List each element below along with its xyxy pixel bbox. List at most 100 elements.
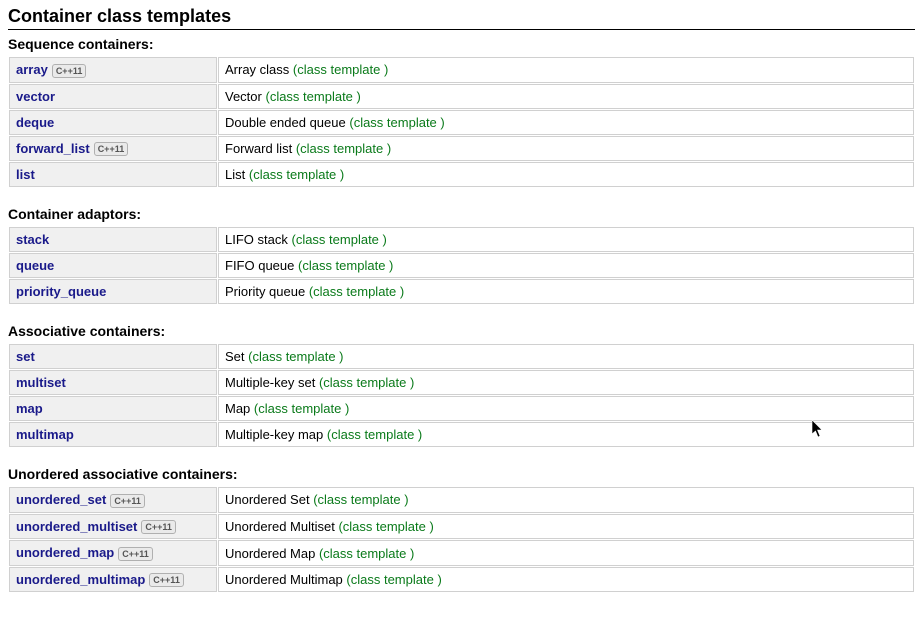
cpp11-badge: C++11 xyxy=(149,573,184,587)
name-cell: deque xyxy=(9,110,217,135)
container-link[interactable]: priority_queue xyxy=(16,284,106,299)
cpp11-badge: C++11 xyxy=(110,494,145,508)
cpp11-badge: C++11 xyxy=(118,547,153,561)
table-row: vector Vector (class template ) xyxy=(9,84,914,109)
type-label: (class template ) xyxy=(319,546,414,561)
container-link[interactable]: unordered_multimap xyxy=(16,572,145,587)
container-table: set Set (class template ) multiset Multiple… xyxy=(8,343,915,448)
name-cell: unordered_map C++11 xyxy=(9,540,217,566)
container-link[interactable]: list xyxy=(16,167,35,182)
description-text: LIFO stack xyxy=(225,232,288,247)
description-cell: Unordered Multiset (class template ) xyxy=(218,514,914,540)
description-cell: Set (class template ) xyxy=(218,344,914,369)
table-row: stack LIFO stack (class template ) xyxy=(9,227,914,252)
table-row: set Set (class template ) xyxy=(9,344,914,369)
type-label: (class template ) xyxy=(291,232,386,247)
type-label: (class template ) xyxy=(327,427,422,442)
section-heading: Associative containers: xyxy=(8,323,915,339)
page-title: Container class templates xyxy=(8,6,915,30)
type-label: (class template ) xyxy=(265,89,360,104)
description-text: List xyxy=(225,167,245,182)
description-text: Multiple-key map xyxy=(225,427,323,442)
description-cell: Unordered Set (class template ) xyxy=(218,487,914,513)
table-row: multimap Multiple-key map (class template… xyxy=(9,422,914,447)
container-link[interactable]: forward_list xyxy=(16,141,90,156)
section: Sequence containers: array C++11 Array clas… xyxy=(8,36,915,188)
section-heading: Unordered associative containers: xyxy=(8,466,915,482)
table-row: queue FIFO queue (class template ) xyxy=(9,253,914,278)
description-text: Array class xyxy=(225,62,289,77)
description-cell: Multiple-key set (class template ) xyxy=(218,370,914,395)
name-cell: array C++11 xyxy=(9,57,217,83)
type-label: (class template ) xyxy=(349,115,444,130)
container-link[interactable]: stack xyxy=(16,232,49,247)
name-cell: multimap xyxy=(9,422,217,447)
name-cell: stack xyxy=(9,227,217,252)
name-cell: unordered_multimap C++11 xyxy=(9,567,217,593)
name-cell: forward_list C++11 xyxy=(9,136,217,162)
description-cell: Unordered Map (class template ) xyxy=(218,540,914,566)
container-link[interactable]: queue xyxy=(16,258,54,273)
container-link[interactable]: unordered_set xyxy=(16,492,106,507)
name-cell: unordered_set C++11 xyxy=(9,487,217,513)
description-cell: Forward list (class template ) xyxy=(218,136,914,162)
description-text: Unordered Multiset xyxy=(225,519,335,534)
description-text: Forward list xyxy=(225,141,292,156)
table-row: priority_queue Priority queue (class temp… xyxy=(9,279,914,304)
type-label: (class template ) xyxy=(254,401,349,416)
table-row: multiset Multiple-key set (class template… xyxy=(9,370,914,395)
container-link[interactable]: array xyxy=(16,62,48,77)
type-label: (class template ) xyxy=(293,62,388,77)
table-row: deque Double ended queue (class template … xyxy=(9,110,914,135)
cpp11-badge: C++11 xyxy=(94,142,129,156)
table-row: list List (class template ) xyxy=(9,162,914,187)
table-row: unordered_multiset C++11 Unordered Multise… xyxy=(9,514,914,540)
table-row: array C++11 Array class (class template ) xyxy=(9,57,914,83)
description-text: Map xyxy=(225,401,250,416)
name-cell: vector xyxy=(9,84,217,109)
type-label: (class template ) xyxy=(296,141,391,156)
type-label: (class template ) xyxy=(313,492,408,507)
description-cell: List (class template ) xyxy=(218,162,914,187)
container-link[interactable]: multimap xyxy=(16,427,74,442)
cpp11-badge: C++11 xyxy=(52,64,87,78)
name-cell: priority_queue xyxy=(9,279,217,304)
name-cell: queue xyxy=(9,253,217,278)
container-link[interactable]: unordered_multiset xyxy=(16,519,137,534)
container-link[interactable]: map xyxy=(16,401,43,416)
description-cell: Vector (class template ) xyxy=(218,84,914,109)
name-cell: list xyxy=(9,162,217,187)
type-label: (class template ) xyxy=(346,572,441,587)
description-text: Unordered Multimap xyxy=(225,572,343,587)
type-label: (class template ) xyxy=(309,284,404,299)
type-label: (class template ) xyxy=(298,258,393,273)
type-label: (class template ) xyxy=(249,167,344,182)
container-link[interactable]: unordered_map xyxy=(16,545,114,560)
description-cell: FIFO queue (class template ) xyxy=(218,253,914,278)
container-table: stack LIFO stack (class template ) queue FI… xyxy=(8,226,915,305)
description-text: Unordered Set xyxy=(225,492,310,507)
description-cell: Array class (class template ) xyxy=(218,57,914,83)
description-text: FIFO queue xyxy=(225,258,294,273)
description-cell: Map (class template ) xyxy=(218,396,914,421)
description-text: Multiple-key set xyxy=(225,375,315,390)
container-table: arrayC++11Array class (class template )v… xyxy=(8,56,915,188)
container-link[interactable]: deque xyxy=(16,115,54,130)
container-link[interactable]: multiset xyxy=(16,375,66,390)
container-link[interactable]: set xyxy=(16,349,35,364)
name-cell: multiset xyxy=(9,370,217,395)
table-row: map Map (class template ) xyxy=(9,396,914,421)
type-label: (class template ) xyxy=(248,349,343,364)
name-cell: map xyxy=(9,396,217,421)
description-cell: Double ended queue (class template ) xyxy=(218,110,914,135)
description-text: Vector xyxy=(225,89,262,104)
container-link[interactable]: vector xyxy=(16,89,55,104)
table-row: unordered_set C++11 Unordered Set (class t… xyxy=(9,487,914,513)
name-cell: set xyxy=(9,344,217,369)
table-row: unordered_map C++11 Unordered Map (class t… xyxy=(9,540,914,566)
section: Unordered associative containers: unorder… xyxy=(8,466,915,593)
description-text: Priority queue xyxy=(225,284,305,299)
cpp11-badge: C++11 xyxy=(141,520,176,534)
section-heading: Sequence containers: xyxy=(8,36,915,52)
type-label: (class template ) xyxy=(338,519,433,534)
